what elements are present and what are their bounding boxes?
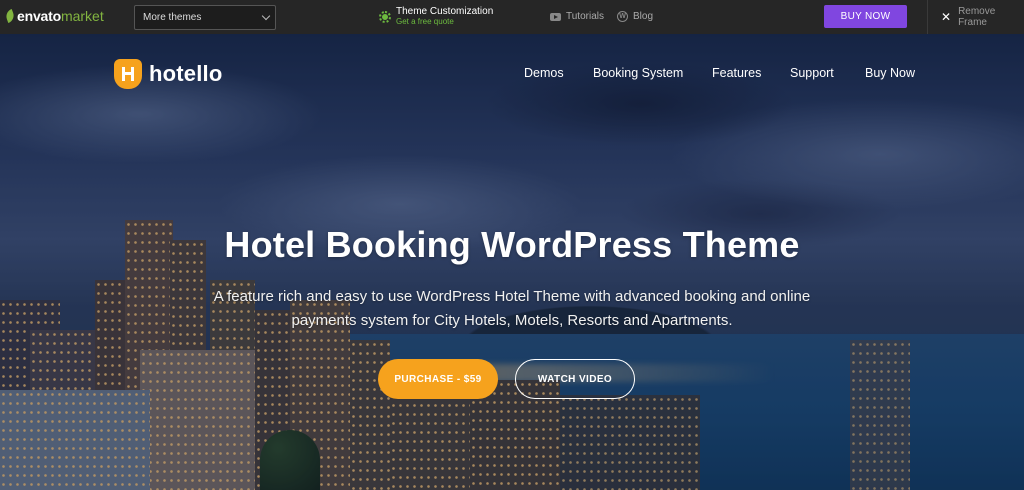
- hero-subheadline: A feature rich and easy to use WordPress…: [200, 285, 824, 333]
- nav-support[interactable]: Support: [790, 66, 834, 80]
- envato-market-logo[interactable]: envato market: [4, 8, 104, 24]
- hero-subheadline-line-2: payments system for City Hotels, Motels,…: [291, 312, 733, 329]
- blog-link[interactable]: W Blog: [617, 11, 653, 22]
- watch-video-button[interactable]: WATCH VIDEO: [515, 359, 635, 399]
- market-logo-text: market: [60, 8, 104, 24]
- blog-label: Blog: [633, 11, 654, 22]
- theme-customization-link[interactable]: Theme Customization Get a free quote: [379, 6, 494, 27]
- gear-icon: [379, 11, 391, 23]
- hero-headline: Hotel Booking WordPress Theme: [224, 224, 800, 265]
- nav-demos[interactable]: Demos: [524, 66, 564, 80]
- customization-title: Theme Customization: [396, 6, 494, 17]
- more-themes-select[interactable]: More themes: [134, 5, 276, 30]
- nav-buy-now[interactable]: Buy Now: [865, 66, 915, 80]
- nav-booking-system[interactable]: Booking System: [593, 66, 683, 80]
- remove-frame-button[interactable]: ✕ Remove Frame: [927, 0, 1024, 34]
- purchase-button[interactable]: PURCHASE - $59: [378, 359, 498, 399]
- brand-name: hotello: [149, 61, 223, 86]
- close-icon: ✕: [941, 10, 952, 24]
- hotello-logo[interactable]: hotello: [114, 59, 223, 89]
- remove-frame-label: Remove Frame: [958, 6, 996, 28]
- wordpress-icon: W: [617, 11, 628, 22]
- tutorials-link[interactable]: Tutorials: [550, 11, 604, 22]
- envato-logo-text: envato: [17, 8, 61, 24]
- envato-topbar: envato market More themes Theme Customiz…: [0, 0, 1024, 34]
- chevron-down-icon: [261, 11, 271, 21]
- hotello-logo-icon: [114, 59, 142, 89]
- nav-features[interactable]: Features: [712, 66, 761, 80]
- more-themes-label: More themes: [143, 12, 202, 23]
- tutorials-label: Tutorials: [566, 11, 604, 22]
- envato-leaf-icon: [4, 8, 16, 24]
- youtube-icon: [550, 12, 561, 21]
- hero-subheadline-line-1: A feature rich and easy to use WordPress…: [213, 288, 811, 305]
- buy-now-button[interactable]: BUY NOW: [824, 5, 907, 28]
- customization-subtitle: Get a free quote: [396, 17, 454, 26]
